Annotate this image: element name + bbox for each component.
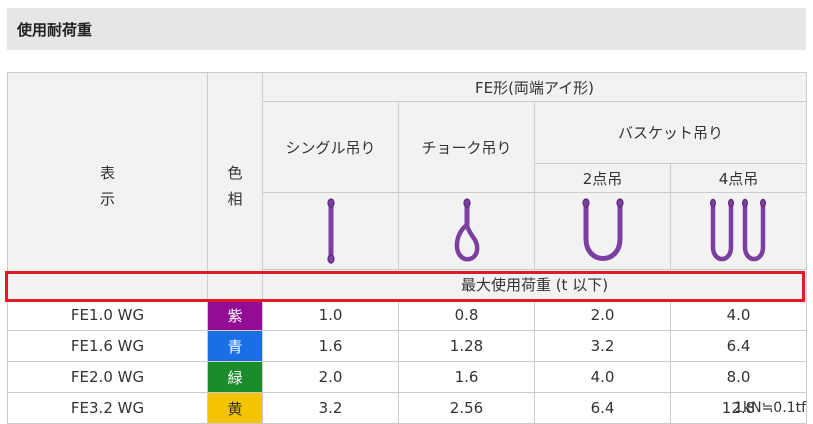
header-fe-type: FE形(両端アイ形): [262, 72, 807, 102]
header-display: 表示: [7, 72, 208, 300]
table-row: FE2.0 WG 緑 2.0 1.6 4.0 8.0: [7, 361, 807, 393]
table-row: FE1.6 WG 青 1.6 1.28 3.2 6.4: [7, 330, 807, 362]
color-swatch: 青: [207, 330, 263, 362]
two-point-load-cell: 3.2: [534, 330, 671, 362]
basket-four-point-sling-icon: [670, 192, 807, 270]
choke-load-cell: 1.6: [398, 361, 535, 393]
section-title: 使用耐荷重: [7, 8, 806, 50]
single-load-cell: 1.0: [262, 299, 399, 331]
load-capacity-table: 表示 色相 FE形(両端アイ形) シングル吊り チョーク吊り バスケット吊り 2…: [7, 72, 807, 424]
header-two-point: 2点吊: [534, 163, 671, 193]
four-point-load-cell: 6.4: [670, 330, 807, 362]
header-four-point: 4点吊: [670, 163, 807, 193]
header-color: 色相: [207, 72, 263, 300]
model-cell: FE1.6 WG: [7, 330, 208, 362]
choke-load-cell: 2.56: [398, 392, 535, 424]
model-cell: FE2.0 WG: [7, 361, 208, 393]
header-max-load: 最大使用荷重 (t 以下): [262, 269, 807, 300]
header-basket-hang: バスケット吊り: [534, 101, 807, 164]
single-load-cell: 3.2: [262, 392, 399, 424]
two-point-load-cell: 2.0: [534, 299, 671, 331]
color-swatch: 紫: [207, 299, 263, 331]
header-single-hang: シングル吊り: [262, 101, 399, 193]
single-load-cell: 2.0: [262, 361, 399, 393]
choke-hang-sling-icon: [398, 192, 535, 270]
unit-note: 1kN≒0.1tf: [734, 400, 806, 416]
table-row: FE1.0 WG 紫 1.0 0.8 2.0 4.0: [7, 299, 807, 331]
model-cell: FE3.2 WG: [7, 392, 208, 424]
color-swatch: 黄: [207, 392, 263, 424]
table-row: FE3.2 WG 黄 3.2 2.56 6.4 12.8: [7, 392, 807, 424]
choke-load-cell: 0.8: [398, 299, 535, 331]
four-point-load-cell: 4.0: [670, 299, 807, 331]
choke-load-cell: 1.28: [398, 330, 535, 362]
single-hang-sling-icon: [262, 192, 399, 270]
four-point-load-cell: 8.0: [670, 361, 807, 393]
model-cell: FE1.0 WG: [7, 299, 208, 331]
color-swatch: 緑: [207, 361, 263, 393]
single-load-cell: 1.6: [262, 330, 399, 362]
header-choke-hang: チョーク吊り: [398, 101, 535, 193]
two-point-load-cell: 4.0: [534, 361, 671, 393]
two-point-load-cell: 6.4: [534, 392, 671, 424]
basket-two-point-sling-icon: [534, 192, 671, 270]
